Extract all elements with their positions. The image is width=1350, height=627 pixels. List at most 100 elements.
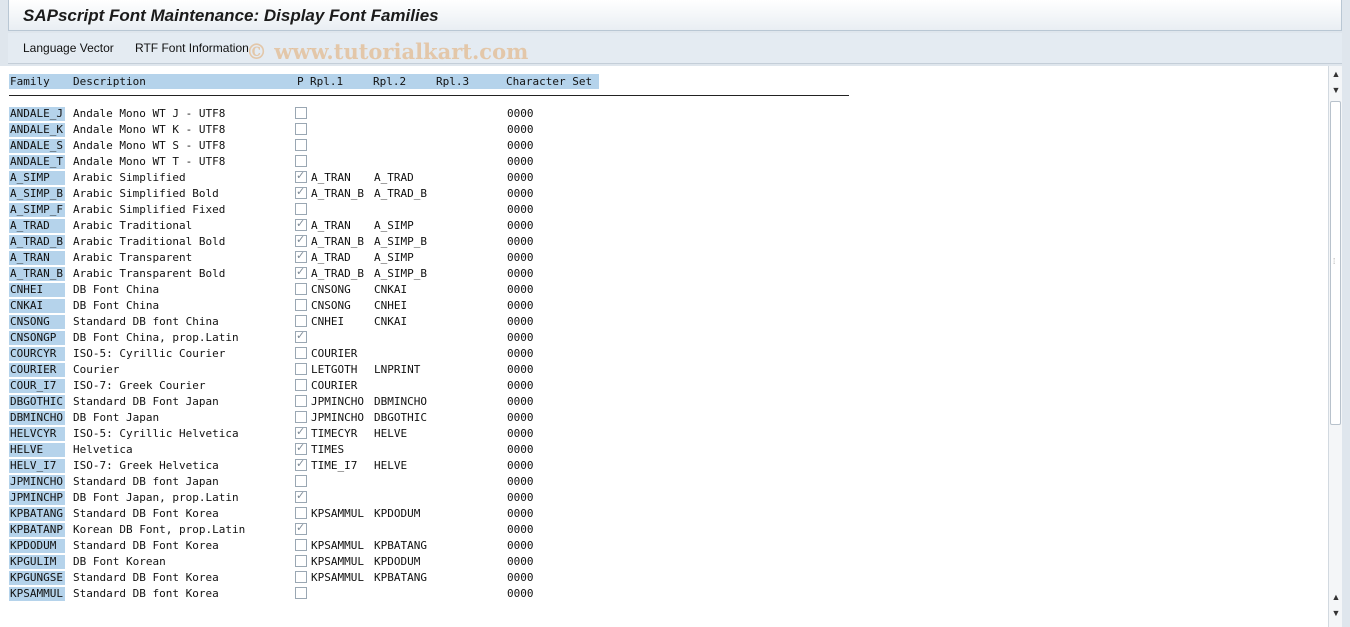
- vertical-scrollbar[interactable]: ▲ ▼ ⁞ ▲ ▼: [1328, 66, 1342, 627]
- family-cell[interactable]: A_TRAD: [9, 219, 65, 233]
- triangle-down-icon[interactable]: ▼: [1330, 84, 1342, 96]
- proportional-checkbox[interactable]: [295, 169, 307, 183]
- proportional-checkbox[interactable]: [295, 203, 307, 215]
- table-row[interactable]: COURIER Courier LETGOTH LNPRINT 0000: [0, 362, 620, 378]
- proportional-checkbox[interactable]: [295, 217, 307, 231]
- table-row[interactable]: CNKAI DB Font China CNSONG CNHEI 0000: [0, 298, 620, 314]
- family-cell[interactable]: DBMINCHO: [9, 411, 65, 425]
- table-row[interactable]: ANDALE_J Andale Mono WT J - UTF8 0000: [0, 106, 620, 122]
- family-cell[interactable]: CNKAI: [9, 299, 65, 313]
- family-cell[interactable]: HELVCYR: [9, 427, 65, 441]
- table-row[interactable]: KPBATANP Korean DB Font, prop.Latin 0000: [0, 521, 620, 538]
- table-row[interactable]: COUR_I7 ISO-7: Greek Courier COURIER 0000: [0, 378, 620, 394]
- family-cell[interactable]: CNSONGP: [9, 331, 65, 345]
- proportional-checkbox[interactable]: [295, 521, 307, 535]
- proportional-checkbox[interactable]: [295, 475, 307, 487]
- proportional-checkbox[interactable]: [295, 555, 307, 567]
- family-cell[interactable]: A_SIMP_F: [9, 203, 65, 217]
- family-cell[interactable]: ANDALE_K: [9, 123, 65, 137]
- family-cell[interactable]: DBGOTHIC: [9, 395, 65, 409]
- proportional-checkbox[interactable]: [295, 185, 307, 199]
- proportional-checkbox[interactable]: [295, 329, 307, 343]
- family-cell[interactable]: KPGULIM: [9, 555, 65, 569]
- family-cell[interactable]: ANDALE_S: [9, 139, 65, 153]
- family-cell[interactable]: ANDALE_T: [9, 155, 65, 169]
- proportional-checkbox[interactable]: [295, 123, 307, 135]
- proportional-checkbox[interactable]: [295, 539, 307, 551]
- table-row[interactable]: CNSONGP DB Font China, prop.Latin 0000: [0, 329, 620, 346]
- family-cell[interactable]: KPSAMMUL: [9, 587, 65, 601]
- family-cell[interactable]: KPBATANG: [9, 507, 65, 521]
- proportional-checkbox[interactable]: [295, 489, 307, 503]
- family-cell[interactable]: KPBATANP: [9, 523, 65, 537]
- proportional-checkbox[interactable]: [295, 379, 307, 391]
- table-row[interactable]: ANDALE_K Andale Mono WT K - UTF8 0000: [0, 122, 620, 138]
- family-cell[interactable]: A_TRAD_B: [9, 235, 65, 249]
- table-row[interactable]: DBGOTHIC Standard DB Font Japan JPMINCHO DB…: [0, 394, 620, 410]
- scrollbar-thumb[interactable]: ⁞: [1330, 101, 1341, 425]
- proportional-checkbox[interactable]: [295, 507, 307, 519]
- proportional-checkbox[interactable]: [295, 363, 307, 375]
- proportional-checkbox[interactable]: [295, 107, 307, 119]
- table-row[interactable]: HELVCYR ISO-5: Cyrillic Helvetica TIMECYR H…: [0, 425, 620, 442]
- table-row[interactable]: KPSAMMUL Standard DB font Korea 0000: [0, 586, 620, 602]
- proportional-checkbox[interactable]: [295, 233, 307, 247]
- family-cell[interactable]: JPMINCHO: [9, 475, 65, 489]
- table-row[interactable]: KPGULIM DB Font Korean KPSAMMUL KPDODUM 0000: [0, 554, 620, 570]
- proportional-checkbox[interactable]: [295, 347, 307, 359]
- family-cell[interactable]: CNSONG: [9, 315, 65, 329]
- family-cell[interactable]: KPDODUM: [9, 539, 65, 553]
- table-row[interactable]: KPGUNGSE Standard DB Font Korea KPSAMMUL KP…: [0, 570, 620, 586]
- table-row[interactable]: ANDALE_S Andale Mono WT S - UTF8 0000: [0, 138, 620, 154]
- family-cell[interactable]: ANDALE_J: [9, 107, 65, 121]
- table-row[interactable]: CNSONG Standard DB font China CNHEI CNKAI 00…: [0, 314, 620, 330]
- family-cell[interactable]: COURIER: [9, 363, 65, 377]
- family-cell[interactable]: JPMINCHP: [9, 491, 65, 505]
- proportional-checkbox[interactable]: [295, 315, 307, 327]
- table-row[interactable]: HELVE Helvetica TIMES 0000: [0, 441, 620, 458]
- table-row[interactable]: A_SIMP_B Arabic Simplified Bold A_TRAN_B A_…: [0, 185, 620, 202]
- family-cell[interactable]: COUR_I7: [9, 379, 65, 393]
- table-row[interactable]: A_TRAD Arabic Traditional A_TRAN A_SIMP 0000: [0, 217, 620, 234]
- table-row[interactable]: ANDALE_T Andale Mono WT T - UTF8 0000: [0, 154, 620, 170]
- proportional-checkbox[interactable]: [295, 571, 307, 583]
- proportional-checkbox[interactable]: [295, 441, 307, 455]
- proportional-checkbox[interactable]: [295, 299, 307, 311]
- family-cell[interactable]: HELVE: [9, 443, 65, 457]
- family-cell[interactable]: A_SIMP: [9, 171, 65, 185]
- table-row[interactable]: KPBATANG Standard DB Font Korea KPSAMMUL KP…: [0, 506, 620, 522]
- table-row[interactable]: A_TRAD_B Arabic Traditional Bold A_TRAN_B A…: [0, 233, 620, 250]
- proportional-checkbox[interactable]: [295, 587, 307, 599]
- proportional-checkbox[interactable]: [295, 249, 307, 263]
- table-row[interactable]: JPMINCHO Standard DB font Japan 0000: [0, 474, 620, 490]
- family-cell[interactable]: CNHEI: [9, 283, 65, 297]
- proportional-checkbox[interactable]: [295, 265, 307, 279]
- table-row[interactable]: JPMINCHP DB Font Japan, prop.Latin 0000: [0, 489, 620, 506]
- proportional-checkbox[interactable]: [295, 283, 307, 295]
- triangle-down-icon[interactable]: ▼: [1330, 607, 1342, 619]
- table-row[interactable]: DBMINCHO DB Font Japan JPMINCHO DBGOTHIC 000…: [0, 410, 620, 426]
- family-cell[interactable]: A_TRAN: [9, 251, 65, 265]
- table-row[interactable]: HELV_I7 ISO-7: Greek Helvetica TIME_I7 HELV…: [0, 457, 620, 474]
- family-cell[interactable]: A_SIMP_B: [9, 187, 65, 201]
- rtf-font-information-button[interactable]: RTF Font Information: [135, 41, 249, 55]
- table-row[interactable]: CNHEI DB Font China CNSONG CNKAI 0000: [0, 282, 620, 298]
- table-row[interactable]: A_TRAN Arabic Transparent A_TRAD A_SIMP 0000: [0, 249, 620, 266]
- triangle-up-icon[interactable]: ▲: [1330, 591, 1342, 603]
- proportional-checkbox[interactable]: [295, 411, 307, 423]
- proportional-checkbox[interactable]: [295, 395, 307, 407]
- proportional-checkbox[interactable]: [295, 457, 307, 471]
- language-vector-button[interactable]: Language Vector: [23, 41, 114, 55]
- table-row[interactable]: COURCYR ISO-5: Cyrillic Courier COURIER 000…: [0, 346, 620, 362]
- triangle-up-icon[interactable]: ▲: [1330, 68, 1342, 80]
- table-row[interactable]: A_TRAN_B Arabic Transparent Bold A_TRAD_B A…: [0, 265, 620, 282]
- family-cell[interactable]: COURCYR: [9, 347, 65, 361]
- proportional-checkbox[interactable]: [295, 425, 307, 439]
- table-row[interactable]: A_SIMP Arabic Simplified A_TRAN A_TRAD 0000: [0, 169, 620, 186]
- table-row[interactable]: A_SIMP_F Arabic Simplified Fixed 0000: [0, 202, 620, 218]
- proportional-checkbox[interactable]: [295, 139, 307, 151]
- family-cell[interactable]: A_TRAN_B: [9, 267, 65, 281]
- family-cell[interactable]: KPGUNGSE: [9, 571, 65, 585]
- table-row[interactable]: KPDODUM Standard DB Font Korea KPSAMMUL KPB…: [0, 538, 620, 554]
- family-cell[interactable]: HELV_I7: [9, 459, 65, 473]
